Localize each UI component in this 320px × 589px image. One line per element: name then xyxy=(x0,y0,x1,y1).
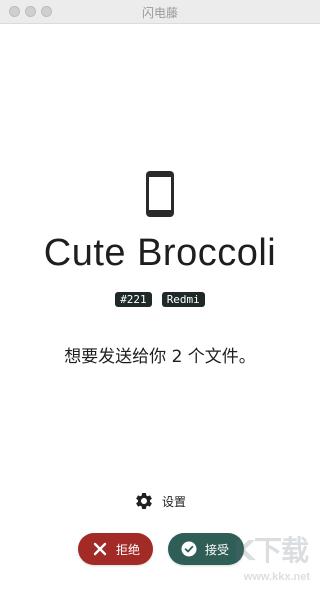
titlebar: 闪电藤 xyxy=(0,0,320,24)
device-model-badge: Redmi xyxy=(161,292,205,307)
reject-label: 拒绝 xyxy=(116,542,141,557)
accept-button[interactable]: 接受 xyxy=(168,533,244,565)
gear-icon xyxy=(136,493,152,509)
settings-label: 设置 xyxy=(162,494,187,509)
reject-button[interactable]: 拒绝 xyxy=(78,533,153,565)
watermark-logo: K下载 xyxy=(233,534,309,567)
device-name: Cute Broccoli xyxy=(43,232,277,274)
app-window: 闪电藤 Cute Broccoli #221 Redmi 想要发送给你 2 个文… xyxy=(0,0,320,589)
accept-label: 接受 xyxy=(205,542,230,557)
window-title: 闪电藤 xyxy=(141,6,178,20)
device-badges: #221 Redmi xyxy=(0,292,320,307)
check-circle-icon xyxy=(181,541,197,557)
device-id-badge: #221 xyxy=(115,292,152,307)
close-icon xyxy=(93,542,107,556)
settings-button[interactable]: 设置 xyxy=(134,490,186,512)
transfer-message: 想要发送给你 2 个文件。 xyxy=(64,347,256,367)
smartphone-icon xyxy=(146,171,174,217)
watermark-url: www.kkx.net xyxy=(243,571,310,583)
